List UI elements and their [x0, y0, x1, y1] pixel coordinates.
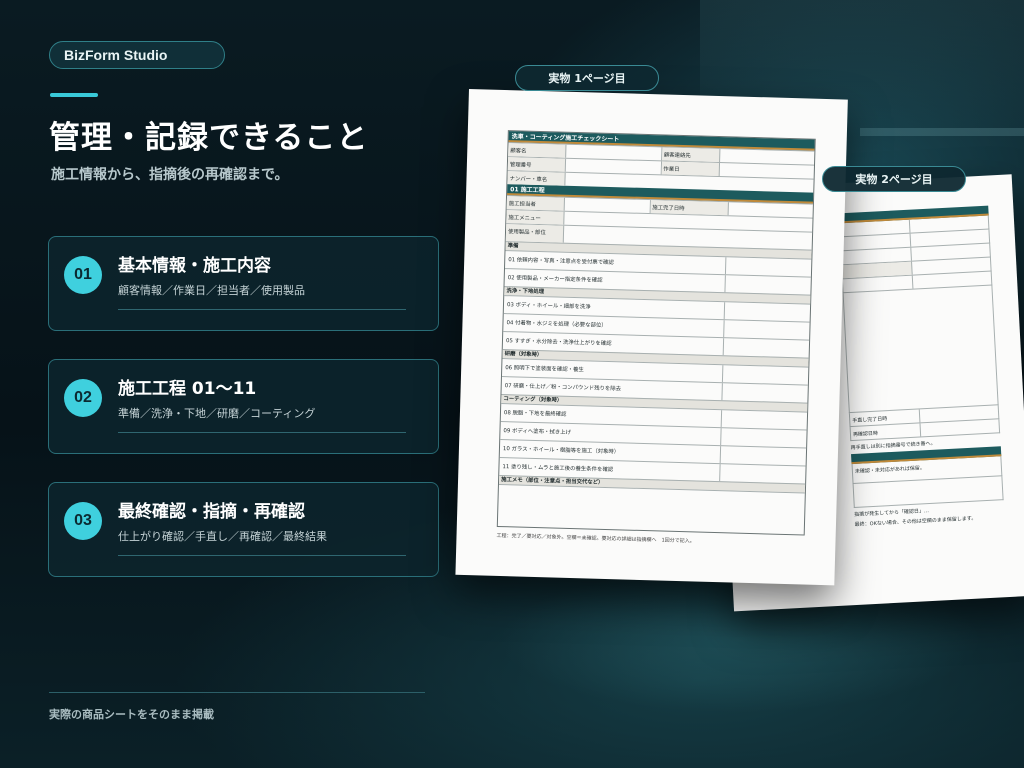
- page-1-tag: 実物 1ページ目: [515, 65, 659, 91]
- feature-card-2: 02 施工工程 01〜11 準備／洗浄・下地／研磨／コーティング: [48, 359, 439, 454]
- page-2-tag: 実物 2ページ目: [822, 166, 966, 192]
- accent-bar: [50, 93, 98, 97]
- checksheet-page-2: 手直し完了日時 再確認日時 再手直しは別に指摘番号で続き番へ。 未確認・未対応が…: [838, 205, 1004, 528]
- feature-title: 施工工程 01〜11: [118, 379, 257, 399]
- page-subtitle: 施工情報から、指摘後の再確認まで。: [51, 167, 289, 183]
- feature-divider: [118, 432, 406, 433]
- feature-card-1: 01 基本情報・施工内容 顧客情報／作業日／担当者／使用製品: [48, 236, 439, 331]
- page-title: 管理・記録できること: [49, 120, 369, 156]
- sheet-label: 施工担当者: [506, 196, 566, 211]
- document-page-1: 洗車・コーティング施工チェックシート 顧客名 顧客連絡先 管理番号 作業日 ナン…: [455, 89, 848, 586]
- feature-description: 準備／洗浄・下地／研磨／コーティング: [118, 407, 316, 420]
- footer-note: 実際の商品シートをそのまま掲載: [49, 708, 214, 721]
- feature-description: 顧客情報／作業日／担当者／使用製品: [118, 284, 305, 297]
- feature-number-badge: 02: [64, 379, 102, 417]
- footer-divider: [49, 692, 425, 693]
- sheet-note: 未確認・未対応があれば保留。: [854, 465, 926, 475]
- feature-description: 仕上がり確認／手直し／再確認／最終結果: [118, 530, 327, 543]
- sheet-memo-box: [497, 483, 805, 535]
- checksheet-page-1: 洗車・コーティング施工チェックシート 顧客名 顧客連絡先 管理番号 作業日 ナン…: [496, 130, 816, 536]
- sheet-label: 施工完了日時: [650, 200, 729, 216]
- background-light-stripe: [860, 128, 1024, 136]
- sheet-label: 顧客連絡先: [661, 147, 720, 163]
- sheet-footnote: 工程：完了／要対応／対象外。空欄＝未確認。要対応の詳細は指摘欄へ 1回分で記入。: [496, 532, 695, 545]
- feature-number-badge: 01: [64, 256, 102, 294]
- feature-title: 最終確認・指摘・再確認: [118, 502, 305, 522]
- feature-card-3: 03 最終確認・指摘・再確認 仕上がり確認／手直し／再確認／最終結果: [48, 482, 439, 577]
- feature-divider: [118, 555, 406, 556]
- sheet-label: 顧客名: [508, 143, 567, 158]
- brand-pill: BizForm Studio: [49, 41, 225, 69]
- sheet-label: 使用製品・部位: [505, 224, 565, 243]
- sheet-label: 管理番号: [507, 157, 567, 172]
- feature-number-badge: 03: [64, 502, 102, 540]
- feature-title: 基本情報・施工内容: [118, 256, 271, 276]
- feature-divider: [118, 309, 406, 310]
- sheet-label: 施工メニュー: [506, 210, 565, 225]
- sheet-label: 作業日: [661, 161, 720, 177]
